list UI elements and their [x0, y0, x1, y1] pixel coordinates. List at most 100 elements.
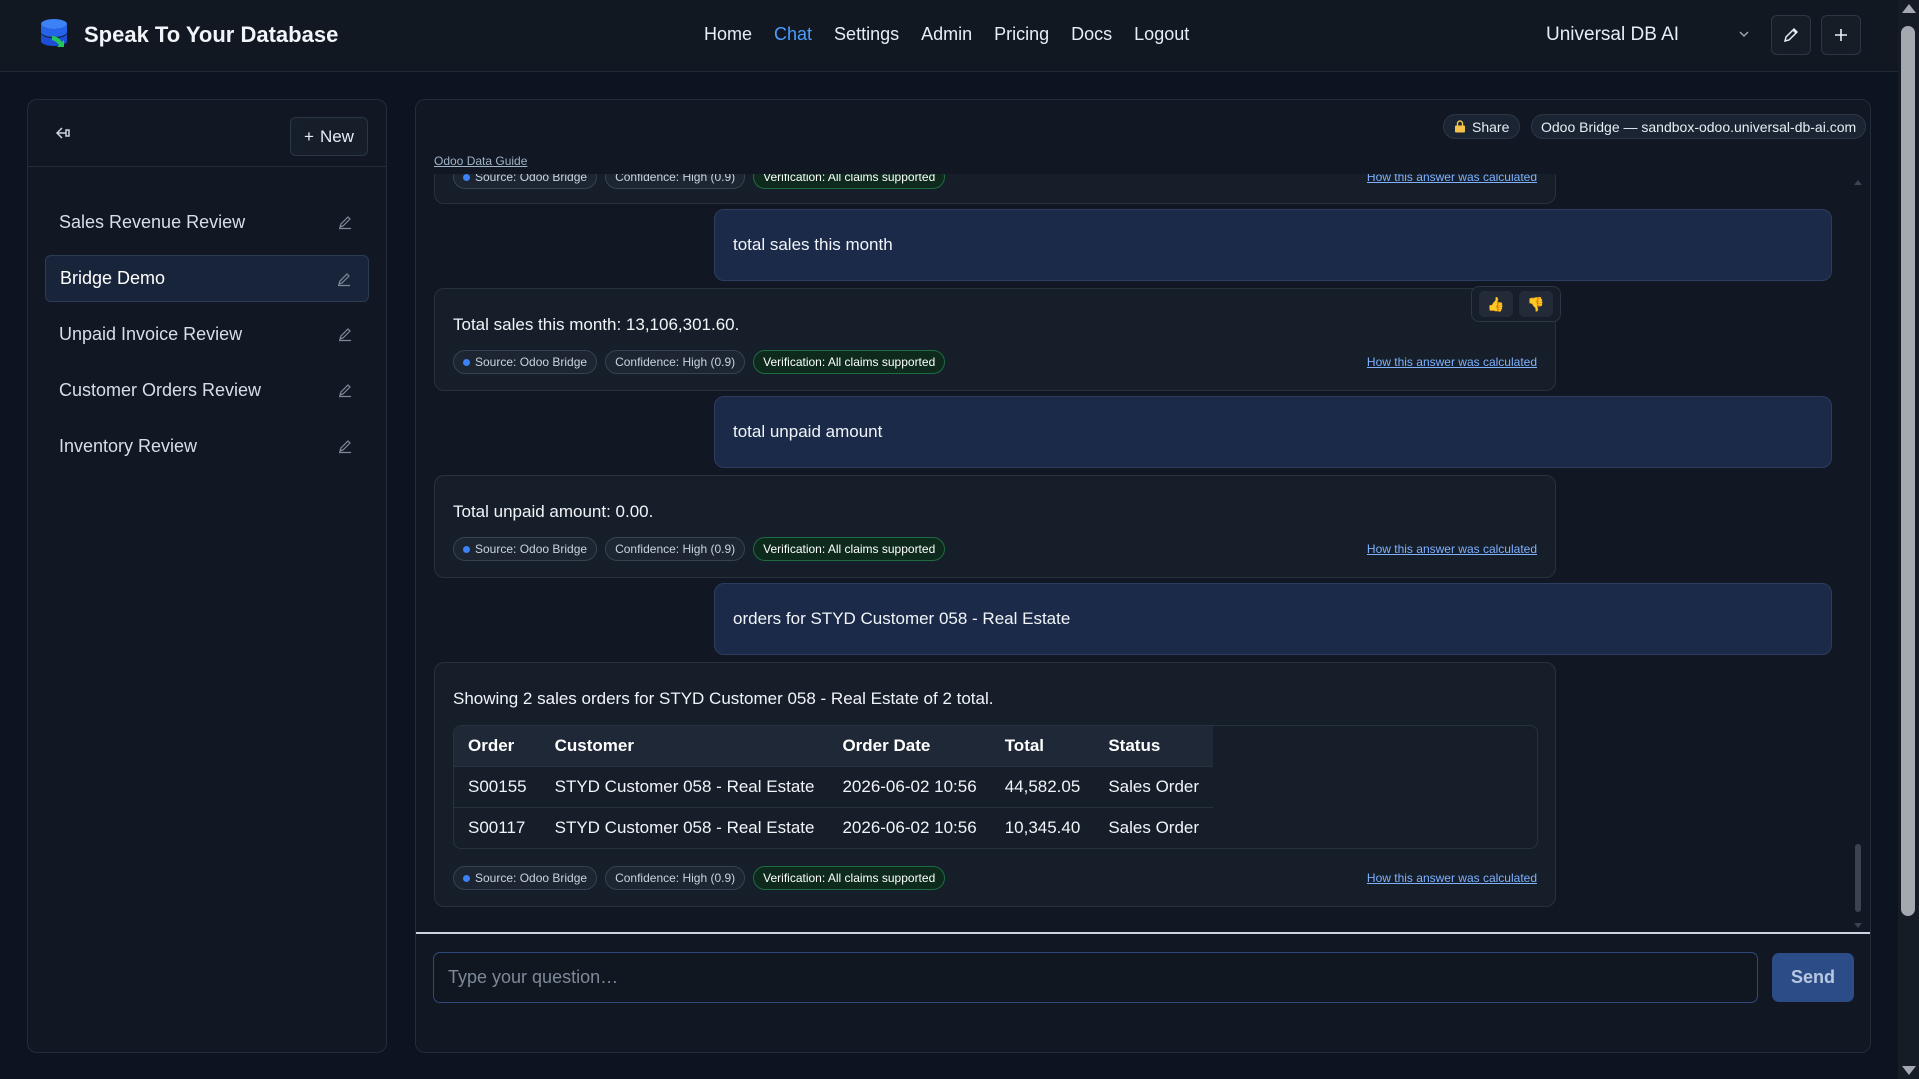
collapse-sidebar-icon[interactable] [54, 124, 72, 142]
table-cell: Sales Order [1094, 806, 1214, 848]
source-badge: Source: Odoo Bridge [453, 537, 598, 561]
conversation-label: Customer Orders Review [59, 380, 262, 400]
table-cell: S00117 [454, 806, 541, 848]
plus-icon: + [304, 126, 314, 146]
answer-text: Total sales this month: 13,106,301.60. [453, 315, 740, 334]
column-header: Customer [540, 726, 829, 766]
verification-badge: Verification: All claims supported [753, 537, 946, 561]
user-message: total sales this month [714, 209, 1832, 281]
new-conversation-button[interactable]: + New [290, 117, 368, 156]
nav-docs[interactable]: Docs [1071, 24, 1112, 45]
brand[interactable]: Speak To Your Database [38, 18, 338, 52]
orders-table-grid: Order Customer Order Date Total Status S… [454, 726, 1214, 848]
scroll-up-arrow-icon[interactable] [1854, 180, 1862, 185]
rename-pencil-icon[interactable] [337, 326, 353, 342]
badge-text: Confidence: High (0.9) [615, 355, 736, 369]
add-button[interactable] [1821, 15, 1861, 55]
answer-badges: Source: Odoo Bridge Confidence: High (0.… [453, 866, 946, 890]
chat-scrollbar[interactable] [1852, 174, 1864, 930]
conversation-item-active[interactable]: Bridge Demo [45, 255, 369, 302]
conversation-item[interactable]: Inventory Review [45, 423, 369, 470]
nav-settings[interactable]: Settings [834, 24, 899, 45]
answer-badges: Source: Odoo Bridge Confidence: High (0.… [453, 350, 946, 374]
table-cell: 10,345.40 [990, 806, 1095, 848]
bot-message: 👍 👎 Total sales this month: 13,106,301.6… [434, 286, 1561, 391]
thumbs-down-icon[interactable]: 👎 [1519, 291, 1553, 317]
chat-messages[interactable]: Source: Odoo Bridge Confidence: High (0.… [416, 174, 1870, 930]
nav-logout[interactable]: Logout [1134, 24, 1189, 45]
data-guide-link[interactable]: Odoo Data Guide [434, 154, 527, 168]
chevron-down-icon[interactable] [1736, 26, 1752, 42]
source-badge: Source: Odoo Bridge [453, 350, 598, 374]
send-button[interactable]: Send [1772, 953, 1854, 1002]
verification-badge: Verification: All claims supported [753, 350, 946, 374]
lock-icon [1455, 120, 1465, 133]
bot-message: Total unpaid amount: 0.00. Source: Odoo … [434, 475, 1556, 578]
badge-text: Source: Odoo Bridge [475, 542, 588, 556]
plus-icon [1835, 29, 1847, 41]
database-logo-icon [41, 19, 67, 47]
conversation-item[interactable]: Unpaid Invoice Review [45, 311, 369, 358]
how-calculated-link[interactable]: How this answer was calculated [1367, 174, 1537, 184]
badge-text: Source: Odoo Bridge [475, 174, 588, 184]
edit-button[interactable] [1771, 15, 1811, 55]
orders-table: Order Customer Order Date Total Status S… [453, 725, 1538, 849]
table-cell: STYD Customer 058 - Real Estate [540, 765, 829, 807]
table-row: S00155 STYD Customer 058 - Real Estate 2… [454, 765, 1214, 807]
database-select[interactable]: Universal DB AI [1546, 24, 1679, 46]
nav-chat[interactable]: Chat [774, 24, 812, 45]
badge-text: Source: Odoo Bridge [475, 871, 588, 885]
user-message: orders for STYD Customer 058 - Real Esta… [714, 583, 1832, 655]
answer-text: Total unpaid amount: 0.00. [453, 502, 654, 521]
source-dot-icon [463, 874, 470, 882]
share-button[interactable]: Share [1443, 114, 1521, 139]
badge-text: Source: Odoo Bridge [475, 355, 588, 369]
source-badge: Source: Odoo Bridge [453, 174, 598, 189]
chat-scrollbar-thumb[interactable] [1855, 844, 1861, 912]
rename-pencil-icon[interactable] [337, 382, 353, 398]
rename-pencil-icon[interactable] [337, 438, 353, 454]
user-message: total unpaid amount [714, 396, 1832, 468]
answer-badges: Source: Odoo Bridge Confidence: High (0.… [453, 174, 946, 189]
how-calculated-link[interactable]: How this answer was calculated [1367, 542, 1537, 556]
scroll-down-arrow-icon[interactable] [1902, 1066, 1916, 1075]
pencil-icon [1783, 27, 1799, 43]
brand-name: Speak To Your Database [84, 22, 339, 47]
answer-badges: Source: Odoo Bridge Confidence: High (0.… [453, 537, 946, 561]
table-row: S00117 STYD Customer 058 - Real Estate 2… [454, 806, 1214, 848]
confidence-badge: Confidence: High (0.9) [605, 537, 746, 561]
confidence-badge: Confidence: High (0.9) [605, 866, 746, 890]
rename-pencil-icon[interactable] [337, 214, 353, 230]
conversation-item[interactable]: Sales Revenue Review [45, 199, 369, 246]
source-dot-icon [463, 358, 470, 366]
feedback-buttons: 👍 👎 [1471, 286, 1561, 322]
question-input[interactable] [433, 952, 1758, 1003]
scrollbar-thumb[interactable] [1901, 26, 1915, 916]
thumbs-up-icon[interactable]: 👍 [1479, 291, 1513, 317]
bot-message: Source: Odoo Bridge Confidence: High (0.… [434, 174, 1556, 204]
conversation-sidebar: + New Sales Revenue Review Bridge Demo U… [27, 99, 387, 1053]
scroll-down-arrow-icon[interactable] [1854, 923, 1862, 928]
share-label: Share [1472, 118, 1510, 135]
rename-pencil-icon[interactable] [336, 271, 352, 287]
source-dot-icon [463, 174, 470, 181]
source-dot-icon [463, 545, 470, 553]
nav-admin[interactable]: Admin [921, 24, 972, 45]
how-calculated-link[interactable]: How this answer was calculated [1367, 355, 1537, 369]
verification-badge: Verification: All claims supported [753, 174, 946, 189]
badge-text: Verification: All claims supported [763, 355, 936, 369]
page-scrollbar[interactable] [1898, 0, 1919, 1079]
conversation-label: Bridge Demo [60, 268, 166, 288]
nav-pricing[interactable]: Pricing [994, 24, 1049, 45]
badge-text: Confidence: High (0.9) [615, 174, 736, 184]
scroll-up-arrow-icon[interactable] [1902, 4, 1916, 13]
data-source-pill: Odoo Bridge — sandbox-odoo.universal-db-… [1531, 114, 1867, 139]
conversation-label: Sales Revenue Review [59, 212, 246, 232]
nav-home[interactable]: Home [704, 24, 752, 45]
source-badge: Source: Odoo Bridge [453, 866, 598, 890]
badge-text: Verification: All claims supported [763, 174, 936, 184]
conversation-item[interactable]: Customer Orders Review [45, 367, 369, 414]
how-calculated-link[interactable]: How this answer was calculated [1367, 871, 1537, 885]
table-cell: STYD Customer 058 - Real Estate [540, 806, 829, 848]
conversation-list: Sales Revenue Review Bridge Demo Unpaid … [45, 199, 369, 479]
